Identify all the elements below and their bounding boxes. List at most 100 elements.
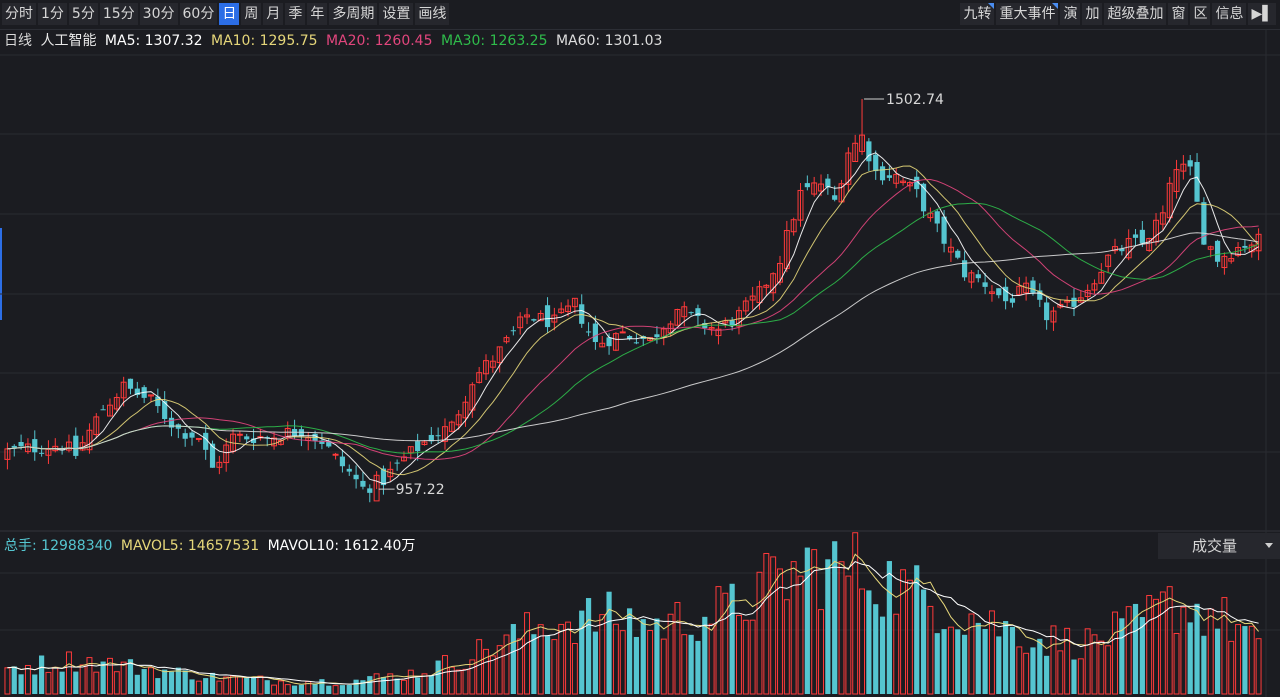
volume-bar	[722, 592, 729, 695]
volume-bar	[1125, 606, 1132, 695]
candle-body	[879, 166, 886, 181]
volume-bar	[367, 676, 373, 694]
volume-bar	[1228, 640, 1235, 695]
kline-chart[interactable]: 1502.74 957.22	[0, 0, 1280, 697]
volume-bar	[1173, 632, 1180, 695]
volume-bar	[1201, 635, 1207, 694]
volume-bar	[415, 677, 421, 694]
volume-bar	[702, 616, 708, 694]
candle-body	[1194, 162, 1200, 202]
volume-bar	[250, 677, 257, 694]
volume-bar	[1146, 595, 1153, 695]
volume-bar	[284, 684, 291, 695]
ma5-line	[7, 152, 1259, 485]
volume-bar	[223, 676, 230, 695]
volume-bar	[93, 671, 100, 695]
volume-bar	[914, 565, 920, 694]
volume-bar	[141, 669, 147, 694]
volume-bar	[346, 684, 352, 694]
volume-bar	[900, 569, 907, 695]
volume-bar	[1009, 626, 1016, 694]
volume-bar	[838, 561, 845, 695]
volume-bar	[45, 671, 52, 695]
volume-bar	[476, 639, 483, 695]
volume-bar	[544, 635, 551, 694]
volume-total: 总手: 12988340	[4, 538, 113, 554]
candle-body	[688, 312, 694, 314]
candle-body	[619, 331, 626, 334]
volume-bar	[681, 634, 688, 695]
volume-bar	[455, 669, 462, 695]
volume-bar	[695, 640, 701, 694]
volume-bar	[134, 674, 140, 694]
volume-bar	[230, 675, 236, 695]
volume-bar	[947, 626, 954, 695]
candle-body	[1214, 240, 1221, 262]
volume-bar	[626, 608, 633, 694]
volume-bar	[216, 680, 223, 695]
volume-bar	[428, 675, 434, 694]
volume-bar	[647, 630, 654, 695]
volume-bar	[1153, 598, 1159, 695]
volume-bar	[982, 628, 988, 694]
volume-bar	[1064, 627, 1071, 695]
volume-bar	[961, 634, 968, 694]
volume-bar	[312, 683, 318, 694]
volume-bar	[510, 624, 516, 694]
volume-bar	[783, 599, 790, 695]
candle-body	[531, 319, 537, 321]
volume-bar	[195, 680, 202, 695]
volume-bar	[934, 633, 940, 694]
volume-bar	[660, 638, 667, 695]
volume-bar	[11, 666, 17, 694]
volume-bar	[832, 541, 838, 694]
candle-body	[804, 183, 810, 188]
volume-bar	[612, 623, 619, 695]
mavol10-line	[7, 561, 1259, 685]
volume-bar	[524, 612, 530, 695]
volume-bar	[65, 651, 72, 695]
volume-bar	[531, 634, 537, 694]
indicator-select[interactable]: 成交量	[1158, 533, 1280, 559]
volume-bar	[394, 678, 400, 694]
volume-bar	[756, 571, 763, 695]
volume-bar	[845, 575, 852, 695]
candle-body	[1009, 298, 1016, 303]
candle-body	[189, 432, 195, 438]
volume-bar	[113, 671, 120, 695]
volume-bar	[790, 561, 797, 695]
ma20-line	[7, 178, 1259, 460]
candle-body	[39, 452, 45, 454]
volume-bar	[1030, 647, 1036, 694]
candle-body	[592, 323, 598, 343]
candle-body	[832, 195, 838, 200]
volume-bar	[1248, 625, 1255, 695]
volume-bar	[667, 613, 674, 695]
volume-bar	[606, 591, 612, 694]
volume-bar	[571, 643, 578, 695]
volume-bar	[797, 575, 804, 695]
candle-body	[182, 433, 188, 439]
volume-bar	[291, 685, 298, 694]
volume-bar	[1077, 658, 1084, 695]
volume-bar	[736, 614, 742, 695]
indicator-select-label: 成交量	[1192, 537, 1238, 555]
candle-body	[346, 468, 352, 472]
volume-bar	[407, 669, 414, 695]
volume-bar	[592, 631, 598, 694]
volume-bar	[585, 598, 592, 694]
candle-body	[1132, 234, 1139, 238]
volume-bar	[729, 583, 735, 694]
mavol5-value: MAVOL5: 14657531	[120, 538, 260, 554]
candle-body	[394, 462, 400, 464]
volume-bar	[893, 613, 900, 695]
volume-bar	[749, 619, 756, 695]
volume-bar	[244, 677, 250, 694]
candle-body	[236, 433, 243, 436]
volume-bar	[168, 671, 175, 694]
volume-bar	[189, 679, 195, 694]
candle-body	[415, 441, 421, 452]
candle-body	[1044, 302, 1050, 321]
volume-bar	[558, 623, 565, 695]
volume-bar	[496, 645, 503, 695]
